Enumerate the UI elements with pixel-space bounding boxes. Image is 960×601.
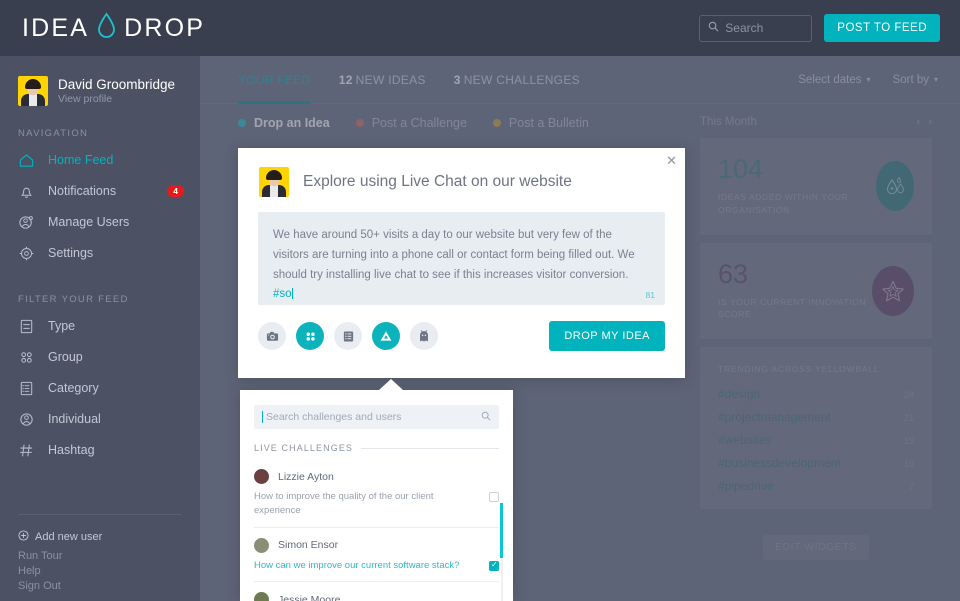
gear-icon: [18, 245, 35, 262]
idea-textarea[interactable]: We have around 50+ visits a day to our w…: [258, 212, 665, 305]
sidebar-label: Type: [48, 319, 76, 333]
search-icon: [708, 19, 719, 37]
checkbox[interactable]: [489, 560, 499, 571]
sidebar-item-category[interactable]: Category: [0, 376, 200, 400]
popover-section-header: LIVE CHALLENGES: [254, 443, 499, 453]
sidebar-footer: Add new user Run Tour Help Sign Out: [0, 530, 200, 595]
search-input[interactable]: [725, 21, 804, 35]
dots-grid-icon: [18, 349, 35, 366]
list-item[interactable]: Lizzie Ayton How to improve the quality …: [254, 459, 499, 528]
sidebar-label: Manage Users: [48, 215, 130, 229]
help-link[interactable]: Help: [18, 565, 200, 577]
profile-block[interactable]: David Groombridge View profile: [0, 70, 200, 106]
challenge-author: Jessie Moore: [278, 593, 341, 601]
modal-header: Explore using Live Chat on our website: [238, 148, 685, 197]
close-icon[interactable]: ✕: [666, 153, 677, 169]
sidebar-item-group[interactable]: Group: [0, 345, 200, 369]
sidebar-item-manage-users[interactable]: Manage Users: [0, 210, 200, 234]
challenge-picker-popover: LIVE CHALLENGES Lizzie Ayton How to impr…: [240, 379, 513, 601]
list-icon: [18, 380, 35, 397]
bell-icon: [18, 183, 35, 200]
idea-text-body: We have around 50+ visits a day to our w…: [273, 229, 635, 281]
camera-icon[interactable]: [258, 322, 286, 350]
users-icon: [18, 214, 35, 231]
profile-name: David Groombridge: [58, 77, 176, 92]
drop-my-idea-button[interactable]: DROP MY IDEA: [549, 321, 665, 351]
person-icon: [18, 411, 35, 428]
mountain-icon[interactable]: [372, 322, 400, 350]
post-to-feed-button[interactable]: POST TO FEED: [824, 14, 940, 42]
avatar: [254, 469, 269, 484]
list-icon[interactable]: [334, 322, 362, 350]
run-tour-link[interactable]: Run Tour: [18, 550, 200, 562]
plus-circle-icon: [18, 530, 29, 544]
text-cursor: [291, 288, 293, 300]
app-logo[interactable]: IDEA DROP: [22, 12, 205, 44]
popover-arrow: [379, 379, 403, 390]
sidebar-item-hashtag[interactable]: Hashtag: [0, 438, 200, 462]
sidebar-label: Individual: [48, 412, 101, 426]
challenge-description: How to improve the quality of the our cl…: [254, 491, 434, 516]
avatar: [18, 76, 48, 106]
avatar: [254, 537, 269, 553]
idea-text: We have around 50+ visits a day to our w…: [273, 226, 650, 305]
add-new-user-link[interactable]: Add new user: [18, 530, 200, 544]
challenge-author: Lizzie Ayton: [278, 470, 334, 483]
popover-search-box[interactable]: [254, 405, 499, 429]
sidebar-item-type[interactable]: Type: [0, 314, 200, 338]
idea-hashtag: #so: [273, 288, 292, 301]
sidebar-label: Home Feed: [48, 153, 114, 167]
sidebar-item-home-feed[interactable]: Home Feed: [0, 148, 200, 172]
sidebar: David Groombridge View profile NAVIGATIO…: [0, 56, 200, 601]
sign-out-link[interactable]: Sign Out: [18, 580, 200, 592]
avatar: [254, 592, 269, 601]
nav-heading: NAVIGATION: [18, 128, 89, 139]
filter-heading: FILTER YOUR FEED: [18, 294, 129, 305]
challenge-description: How can we improve our current software …: [254, 559, 460, 571]
section-label: LIVE CHALLENGES: [254, 443, 354, 453]
sidebar-item-settings[interactable]: Settings: [0, 241, 200, 265]
search-box[interactable]: [699, 14, 813, 42]
challenge-list: Lizzie Ayton How to improve the quality …: [254, 459, 503, 601]
checkbox[interactable]: [489, 492, 499, 502]
home-icon: [18, 152, 35, 169]
sidebar-divider: [0, 514, 200, 515]
drop-idea-modal: ✕ Explore using Live Chat on our website…: [238, 148, 685, 378]
add-new-user-label: Add new user: [35, 531, 103, 543]
logo-text-right: DROP: [124, 13, 206, 42]
app-root: IDEA DROP POST TO FEED: [0, 0, 960, 601]
list-item[interactable]: Jessie Moore What can we do to make our …: [254, 582, 499, 601]
top-bar-actions: POST TO FEED: [699, 14, 940, 42]
ghost-icon[interactable]: [410, 322, 438, 350]
notifications-badge: 4: [167, 184, 184, 198]
sidebar-label: Hashtag: [48, 443, 95, 457]
sidebar-item-notifications[interactable]: Notifications 4: [0, 179, 200, 203]
modal-title: Explore using Live Chat on our website: [303, 173, 572, 190]
view-profile-link[interactable]: View profile: [58, 93, 175, 105]
sidebar-label: Group: [48, 350, 83, 364]
avatar: [259, 167, 289, 197]
list-item[interactable]: Simon Ensor How can we improve our curre…: [254, 528, 499, 583]
challenge-author: Simon Ensor: [278, 539, 339, 552]
divider: [361, 447, 499, 449]
layers-icon: [18, 318, 35, 335]
water-drop-icon: [96, 12, 117, 44]
top-bar: IDEA DROP POST TO FEED: [0, 0, 960, 56]
hash-icon: [18, 442, 35, 459]
sidebar-label: Category: [48, 381, 99, 395]
sidebar-label: Notifications: [48, 184, 117, 198]
search-icon: [481, 408, 491, 426]
scrollbar-thumb[interactable]: [500, 503, 503, 558]
modal-toolbar: DROP MY IDEA: [238, 305, 685, 351]
sidebar-label: Settings: [48, 246, 94, 260]
dots-grid-icon[interactable]: [296, 322, 324, 350]
character-count: 81: [645, 290, 655, 300]
logo-text-left: IDEA: [22, 13, 90, 42]
popover-search-input[interactable]: [262, 411, 481, 423]
sidebar-item-individual[interactable]: Individual: [0, 407, 200, 431]
